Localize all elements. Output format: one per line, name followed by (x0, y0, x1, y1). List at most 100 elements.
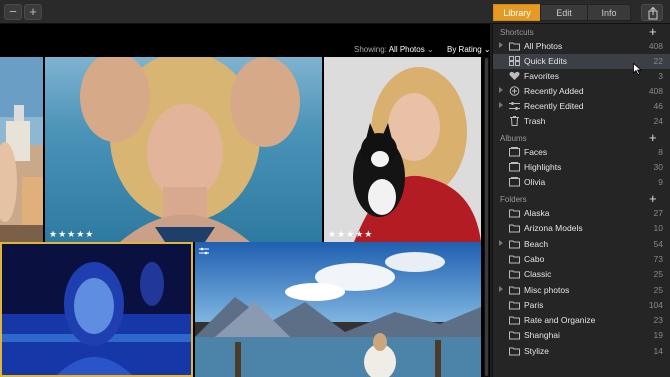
tab-library[interactable]: Library (493, 4, 541, 21)
sidebar-item-label: All Photos (524, 41, 563, 51)
library-sidebar: Shortcuts + All Photos 408 Quick Edits 2… (492, 24, 670, 377)
tab-edit[interactable]: Edit (540, 4, 588, 21)
edited-badge-icon (199, 247, 209, 255)
showing-filter[interactable]: Showing: All Photos ⌄ (354, 45, 434, 54)
folder-icon (509, 209, 520, 218)
sidebar-item-label: Arizona Models (524, 223, 583, 233)
tab-info[interactable]: Info (587, 4, 631, 21)
star-rating[interactable]: ★★★★★ (328, 229, 373, 240)
folder-icon (509, 255, 520, 264)
sidebar-item-label: Shanghai (524, 330, 560, 340)
share-icon (648, 6, 658, 20)
folder-icon (509, 316, 520, 325)
photo-woman-with-cat[interactable]: ★★★★★ (324, 57, 481, 242)
album-icon (509, 177, 520, 187)
sidebar-item-folder[interactable]: Misc photos 25 (493, 283, 670, 298)
item-count: 19 (653, 330, 663, 340)
sort-dropdown[interactable]: By Rating ⌄ (447, 45, 490, 54)
item-count: 24 (653, 116, 663, 126)
item-count: 54 (653, 239, 663, 249)
sidebar-item-recently-edited[interactable]: Recently Edited 46 (493, 99, 670, 114)
sidebar-item-folder[interactable]: Paris 104 (493, 298, 670, 313)
scrollbar-thumb[interactable] (485, 58, 488, 376)
sidebar-item-label: Paris (524, 300, 544, 310)
zoom-out-button[interactable]: − (4, 4, 22, 20)
item-count: 10 (653, 223, 663, 233)
showing-value: All Photos (388, 45, 425, 54)
sidebar-item-folder[interactable]: Stylize 14 (493, 344, 670, 359)
photo-lake-pier-mountains[interactable] (195, 242, 481, 377)
sidebar-item-label: Favorites (524, 71, 559, 81)
sidebar-item-highlights[interactable]: Highlights 30 (493, 160, 670, 175)
disclosure-triangle-icon[interactable] (499, 102, 503, 108)
sidebar-item-favorites[interactable]: Favorites 3 (493, 69, 670, 84)
trash-icon (510, 116, 519, 126)
item-count: 25 (653, 285, 663, 295)
sidebar-item-label: Cabo (524, 254, 545, 264)
folder-icon (509, 331, 520, 340)
item-count: 408 (648, 86, 663, 96)
item-count: 8 (658, 147, 663, 157)
item-count: 73 (653, 254, 663, 264)
album-icon (509, 162, 520, 172)
sidebar-item-folder[interactable]: Rate and Organize 23 (493, 313, 670, 328)
item-count: 27 (653, 208, 663, 218)
item-count: 23 (653, 315, 663, 325)
mouse-cursor-icon (633, 63, 642, 75)
item-count: 22 (653, 56, 663, 66)
heart-icon (509, 71, 520, 80)
disclosure-triangle-icon[interactable] (499, 42, 503, 48)
sidebar-item-folder[interactable]: Beach 54 (493, 237, 670, 252)
item-count: 3 (658, 71, 663, 81)
photo-woman-pool-blue[interactable] (0, 242, 193, 377)
sidebar-item-faces[interactable]: Faces 8 (493, 145, 670, 160)
folder-icon (509, 301, 520, 310)
folder-icon (509, 286, 520, 295)
add-shortcut-button[interactable]: + (649, 24, 657, 39)
sidebar-item-all-photos[interactable]: All Photos 408 (493, 39, 670, 54)
sidebar-item-folder[interactable]: Classic 25 (493, 267, 670, 282)
zoom-in-button[interactable]: + (24, 4, 42, 20)
sidebar-item-quick-edits[interactable]: Quick Edits 22 (493, 54, 670, 69)
sidebar-item-label: Classic (524, 269, 552, 279)
sidebar-item-label: Alaska (524, 208, 550, 218)
item-count: 408 (648, 41, 663, 51)
sidebar-item-label: Rate and Organize (524, 315, 596, 325)
sidebar-item-folder[interactable]: Shanghai 19 (493, 328, 670, 343)
sidebar-item-label: Highlights (524, 162, 562, 172)
add-album-button[interactable]: + (649, 130, 657, 145)
share-button[interactable] (641, 4, 663, 21)
sidebar-item-label: Olivia (524, 177, 546, 187)
sidebar-item-recently-added[interactable]: Recently Added 408 (493, 84, 670, 99)
sidebar-item-folder[interactable]: Cabo 73 (493, 252, 670, 267)
star-rating[interactable]: ★★★★★ (49, 229, 94, 240)
sort-value: By Rating (447, 45, 482, 54)
photo-woman-blonde-sea[interactable]: ★★★★★ (45, 57, 322, 242)
plus-circle-icon (509, 86, 520, 96)
folder-icon (509, 240, 520, 249)
folder-icon (509, 270, 520, 279)
photo-beach-woman-partial[interactable] (0, 57, 43, 242)
item-count: 9 (658, 177, 663, 187)
disclosure-triangle-icon[interactable] (499, 87, 503, 93)
add-folder-button[interactable]: + (649, 191, 657, 206)
sidebar-item-label: Misc photos (524, 285, 570, 295)
sidebar-item-folder[interactable]: Alaska 27 (493, 206, 670, 221)
folder-icon (509, 347, 520, 356)
mode-tabs: Library Edit Info (493, 4, 631, 21)
item-count: 104 (648, 300, 663, 310)
chevron-down-icon: ⌄ (483, 45, 490, 54)
sidebar-item-label: Beach (524, 239, 549, 249)
sidebar-item-folder[interactable]: Arizona Models 10 (493, 221, 670, 236)
disclosure-triangle-icon[interactable] (499, 240, 503, 246)
section-title: Folders (500, 195, 527, 204)
grid-icon (509, 56, 520, 66)
item-count: 14 (653, 346, 663, 356)
section-title: Albums (500, 134, 527, 143)
folder-icon (509, 224, 520, 233)
disclosure-triangle-icon[interactable] (499, 286, 503, 292)
sidebar-item-label: Stylize (524, 346, 550, 356)
sidebar-item-olivia[interactable]: Olivia 9 (493, 175, 670, 190)
sidebar-item-trash[interactable]: Trash 24 (493, 114, 670, 129)
album-icon (509, 147, 520, 157)
